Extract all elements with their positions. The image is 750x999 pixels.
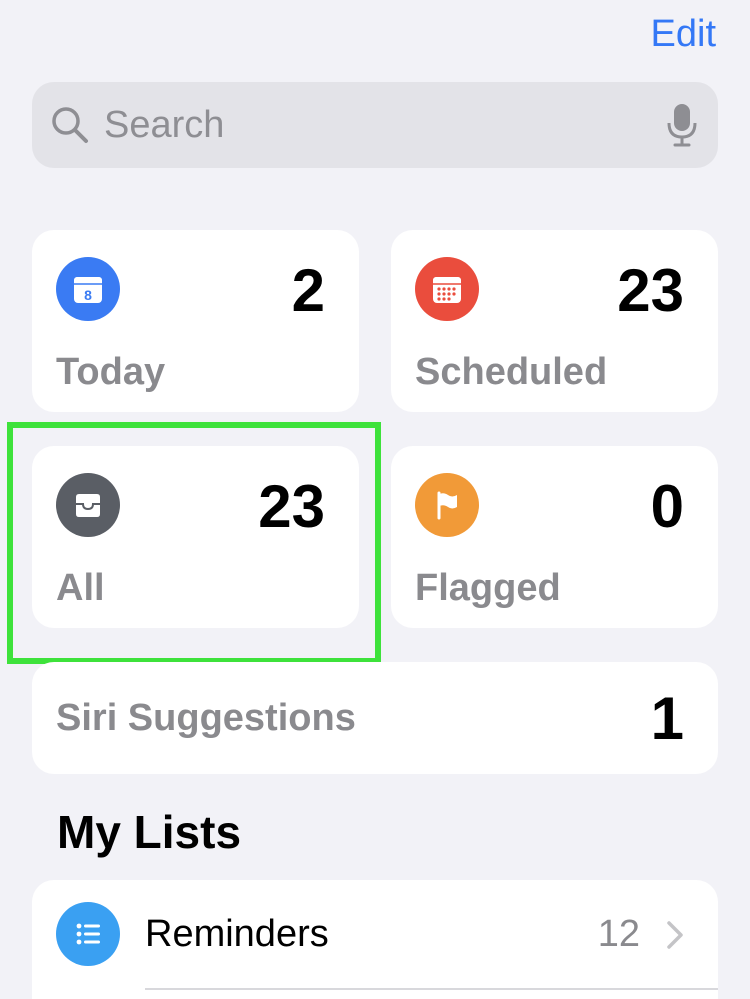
siri-suggestions-count: 1: [650, 685, 684, 752]
microphone-icon[interactable]: [666, 102, 698, 148]
today-card[interactable]: 8 2 Today: [32, 230, 359, 412]
flag-icon: [415, 473, 479, 537]
all-label: All: [56, 567, 105, 609]
all-card[interactable]: 23 All: [32, 446, 359, 628]
list-bullet-icon: [56, 902, 120, 966]
search-bar[interactable]: [32, 82, 718, 168]
tray-icon: [56, 473, 120, 537]
search-icon: [50, 105, 90, 145]
today-label: Today: [56, 351, 166, 393]
list-item-reminders[interactable]: Reminders 12: [32, 880, 718, 990]
calendar-day-number: 8: [84, 287, 92, 303]
siri-suggestions-card[interactable]: Siri Suggestions 1: [32, 662, 718, 774]
my-lists-title: My Lists: [57, 806, 242, 858]
chevron-right-icon: [666, 920, 684, 955]
flagged-label: Flagged: [415, 567, 561, 609]
edit-button[interactable]: Edit: [651, 12, 716, 56]
today-count: 2: [291, 257, 325, 324]
scheduled-label: Scheduled: [415, 351, 608, 393]
scheduled-card[interactable]: 23 Scheduled: [391, 230, 718, 412]
search-input[interactable]: [104, 103, 666, 147]
scheduled-count: 23: [617, 257, 684, 324]
all-count: 23: [258, 473, 325, 540]
flagged-count: 0: [650, 473, 684, 540]
row-divider: [145, 988, 718, 990]
siri-suggestions-label: Siri Suggestions: [56, 697, 356, 739]
list-item-name: Reminders: [145, 913, 329, 955]
calendar-grid-icon: [415, 257, 479, 321]
reminders-screen: Edit 8 2 Tod: [0, 0, 750, 999]
list-item-count: 12: [597, 913, 640, 955]
calendar-today-icon: 8: [56, 257, 120, 321]
flagged-card[interactable]: 0 Flagged: [391, 446, 718, 628]
my-lists-group: Reminders 12: [32, 880, 718, 999]
